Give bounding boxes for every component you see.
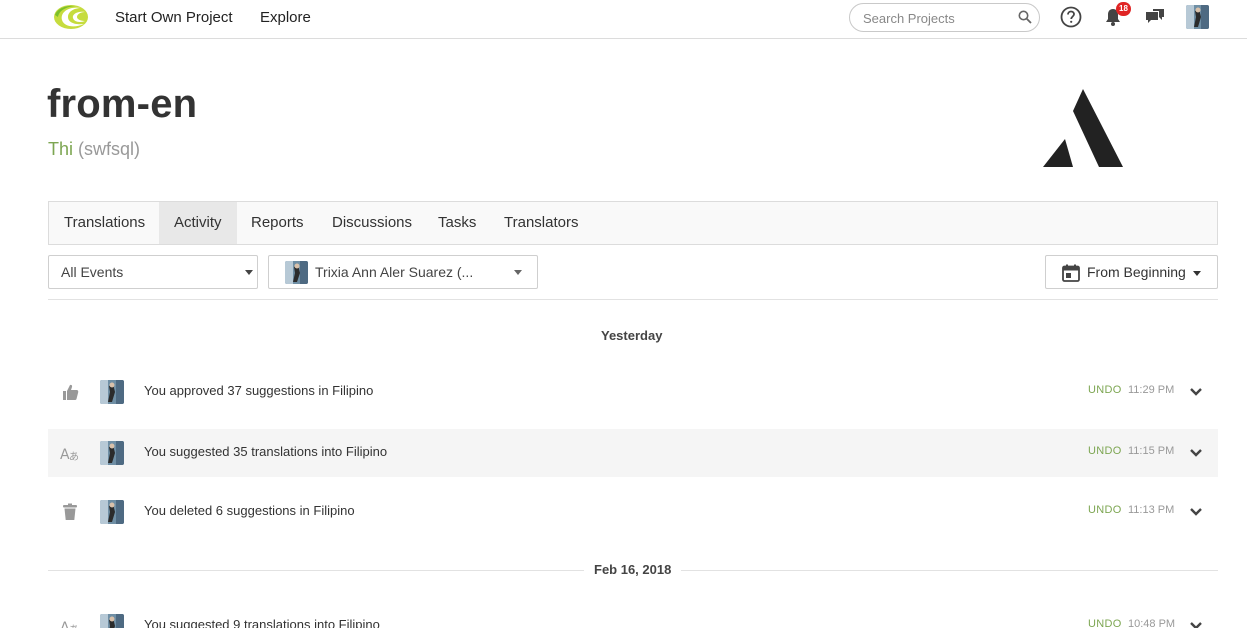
events-filter-value: All Events [61,264,124,280]
activity-time: 11:29 PM [1128,384,1175,396]
calendar-icon [1062,264,1080,282]
search-box[interactable] [849,3,1040,32]
activity-avatar[interactable] [100,614,124,628]
trash-icon [63,503,77,520]
undo-button[interactable]: UNDO [1088,445,1122,457]
activity-text: You suggested 9 translations into Filipi… [144,617,380,628]
filter-user-avatar [285,261,308,284]
chevron-down-icon[interactable] [1189,505,1203,519]
date-caret-icon [1193,271,1201,276]
activity-time: 10:48 PM [1128,618,1176,628]
tab-discussions[interactable]: Discussions [317,202,427,244]
chevron-down-icon[interactable] [1189,385,1203,399]
tab-tasks[interactable]: Tasks [423,202,491,244]
search-icon[interactable] [1018,10,1032,24]
undo-button[interactable]: UNDO [1088,618,1122,628]
translate-icon: A あ [60,447,79,462]
undo-button[interactable]: UNDO [1088,384,1122,396]
date-range-button[interactable]: From Beginning [1045,255,1218,289]
top-navbar: Start Own Project Explore 18 [0,0,1247,39]
crowdin-logo-icon[interactable] [51,3,89,31]
user-avatar[interactable] [1186,5,1209,29]
activity-row: A あ You suggested 9 translations into Fi… [48,602,1218,628]
activity-text: You approved 37 suggestions in Filipino [144,383,374,398]
events-filter-select[interactable]: All Events [48,255,258,289]
chevron-down-icon[interactable] [1189,619,1203,628]
activity-row: You deleted 6 suggestions in Filipino UN… [48,488,1218,536]
messages-icon[interactable] [1144,6,1166,28]
divider [48,299,1218,300]
thumbs-up-icon [63,384,79,400]
tab-translations[interactable]: Translations [49,202,160,244]
svg-text:あ: あ [69,451,79,462]
activity-time: 11:13 PM [1128,504,1175,516]
tab-translators[interactable]: Translators [489,202,593,244]
activity-avatar[interactable] [100,441,124,465]
svg-text:あ: あ [69,624,79,628]
translate-icon: A あ [60,620,79,628]
date-group-label: Feb 16, 2018 [584,562,682,577]
search-input[interactable] [863,9,1013,27]
owner-name[interactable]: Thi [48,139,73,159]
chevron-down-icon[interactable] [1189,446,1203,460]
activity-row: A あ You suggested 35 translations into F… [48,429,1218,477]
activity-avatar[interactable] [100,500,124,524]
project-owner: Thi (swfsql) [48,139,140,160]
tab-activity[interactable]: Activity [159,202,237,244]
undo-button[interactable]: UNDO [1088,504,1122,516]
activity-time: 11:15 PM [1128,445,1175,457]
project-tabs: Translations Activity Reports Discussion… [48,201,1218,245]
help-icon[interactable] [1060,6,1082,28]
date-group-label: Yesterday [591,328,673,343]
user-filter-value: Trixia Ann Aler Suarez (... [315,264,474,280]
user-caret-icon [514,270,522,275]
activity-row: You approved 37 suggestions in Filipino … [48,368,1218,416]
activity-text: You deleted 6 suggestions in Filipino [144,503,355,518]
project-logo-icon [1043,89,1123,167]
owner-username: (swfsql) [78,139,141,159]
start-own-project-link[interactable]: Start Own Project [115,9,233,26]
date-range-value: From Beginning [1087,264,1186,280]
project-title: from-en [47,82,198,126]
activity-avatar[interactable] [100,380,124,404]
notification-badge: 18 [1116,2,1131,16]
events-caret-icon [245,270,253,275]
explore-link[interactable]: Explore [260,9,311,26]
tab-reports[interactable]: Reports [236,202,319,244]
user-filter-select[interactable]: Trixia Ann Aler Suarez (... [268,255,538,289]
activity-text: You suggested 35 translations into Filip… [144,444,388,459]
